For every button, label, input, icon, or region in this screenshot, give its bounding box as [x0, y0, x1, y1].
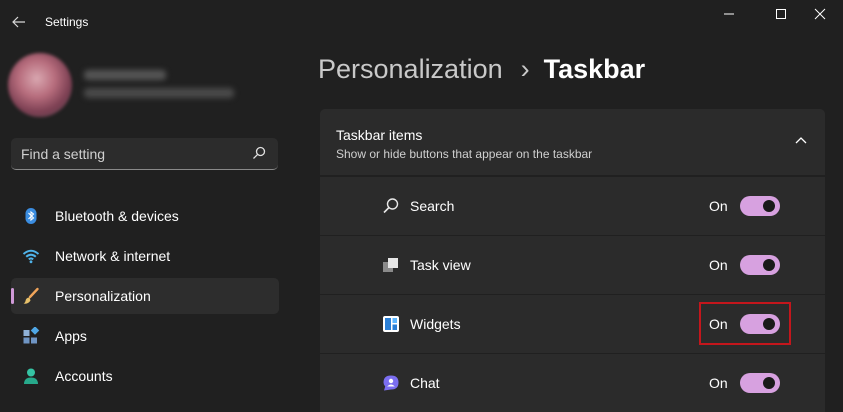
wifi-icon	[22, 249, 40, 264]
close-icon	[814, 8, 826, 20]
setting-label: Task view	[410, 257, 471, 273]
title-bar: Settings	[0, 0, 843, 44]
user-email-blurred	[84, 88, 234, 98]
sidebar-item-label: Accounts	[55, 368, 113, 384]
sidebar-item-bluetooth[interactable]: Bluetooth & devices	[11, 198, 279, 234]
sidebar-item-label: Bluetooth & devices	[55, 208, 179, 224]
chat-icon	[383, 375, 399, 391]
search-icon	[383, 198, 399, 214]
section-title: Taskbar items	[336, 127, 423, 143]
sidebar-nav: Bluetooth & devices Network & internet P…	[11, 198, 279, 398]
toggle-knob	[763, 259, 775, 271]
avatar	[8, 53, 72, 117]
bluetooth-icon	[25, 208, 37, 224]
task-view-toggle[interactable]	[740, 255, 780, 275]
setting-row-chat: Chat On	[320, 354, 825, 412]
section-subtitle: Show or hide buttons that appear on the …	[336, 147, 593, 161]
search-input[interactable]	[21, 144, 241, 164]
breadcrumb-separator: ›	[520, 54, 530, 84]
page-title: Taskbar	[543, 54, 646, 84]
minimize-icon	[724, 13, 734, 15]
app-title: Settings	[45, 15, 89, 29]
sidebar-item-label: Personalization	[55, 288, 151, 304]
sidebar-item-network[interactable]: Network & internet	[11, 238, 279, 274]
setting-label: Search	[410, 198, 455, 214]
person-icon	[24, 368, 38, 384]
apps-icon	[23, 327, 40, 344]
widgets-icon	[383, 316, 399, 332]
setting-row-search: Search On	[320, 177, 825, 235]
minimize-button[interactable]	[706, 0, 752, 28]
toggle-knob	[763, 377, 775, 389]
sidebar-item-label: Network & internet	[55, 248, 171, 264]
toggle-state-text: On	[709, 257, 728, 273]
sidebar-item-apps[interactable]: Apps	[11, 318, 279, 354]
sidebar-item-accounts[interactable]: Accounts	[11, 358, 279, 394]
sidebar-item-personalization[interactable]: Personalization	[11, 278, 279, 314]
highlight-box	[699, 302, 791, 345]
toggle-knob	[763, 200, 775, 212]
toggle-state-text: On	[709, 375, 728, 391]
task-view-icon	[383, 258, 398, 272]
user-name-blurred	[84, 70, 166, 80]
setting-label: Widgets	[410, 316, 461, 332]
breadcrumb-parent[interactable]: Personalization	[318, 54, 503, 84]
brush-icon	[23, 287, 39, 304]
breadcrumb: Personalization › Taskbar	[318, 54, 645, 94]
setting-label: Chat	[410, 375, 440, 391]
search-icon[interactable]	[252, 146, 266, 160]
back-arrow-icon	[12, 16, 25, 28]
sidebar-item-label: Apps	[55, 328, 87, 344]
taskbar-items-header[interactable]: Taskbar items Show or hide buttons that …	[320, 109, 825, 175]
toggle-state-text: On	[709, 198, 728, 214]
user-profile[interactable]	[8, 50, 248, 120]
close-button[interactable]	[797, 0, 843, 28]
search-toggle[interactable]	[740, 196, 780, 216]
search-box	[11, 138, 278, 170]
setting-row-task-view: Task view On	[320, 236, 825, 294]
chevron-up-icon[interactable]	[795, 136, 807, 144]
chat-toggle[interactable]	[740, 373, 780, 393]
active-indicator	[11, 288, 14, 304]
back-button[interactable]	[8, 8, 30, 36]
maximize-icon	[776, 9, 786, 19]
